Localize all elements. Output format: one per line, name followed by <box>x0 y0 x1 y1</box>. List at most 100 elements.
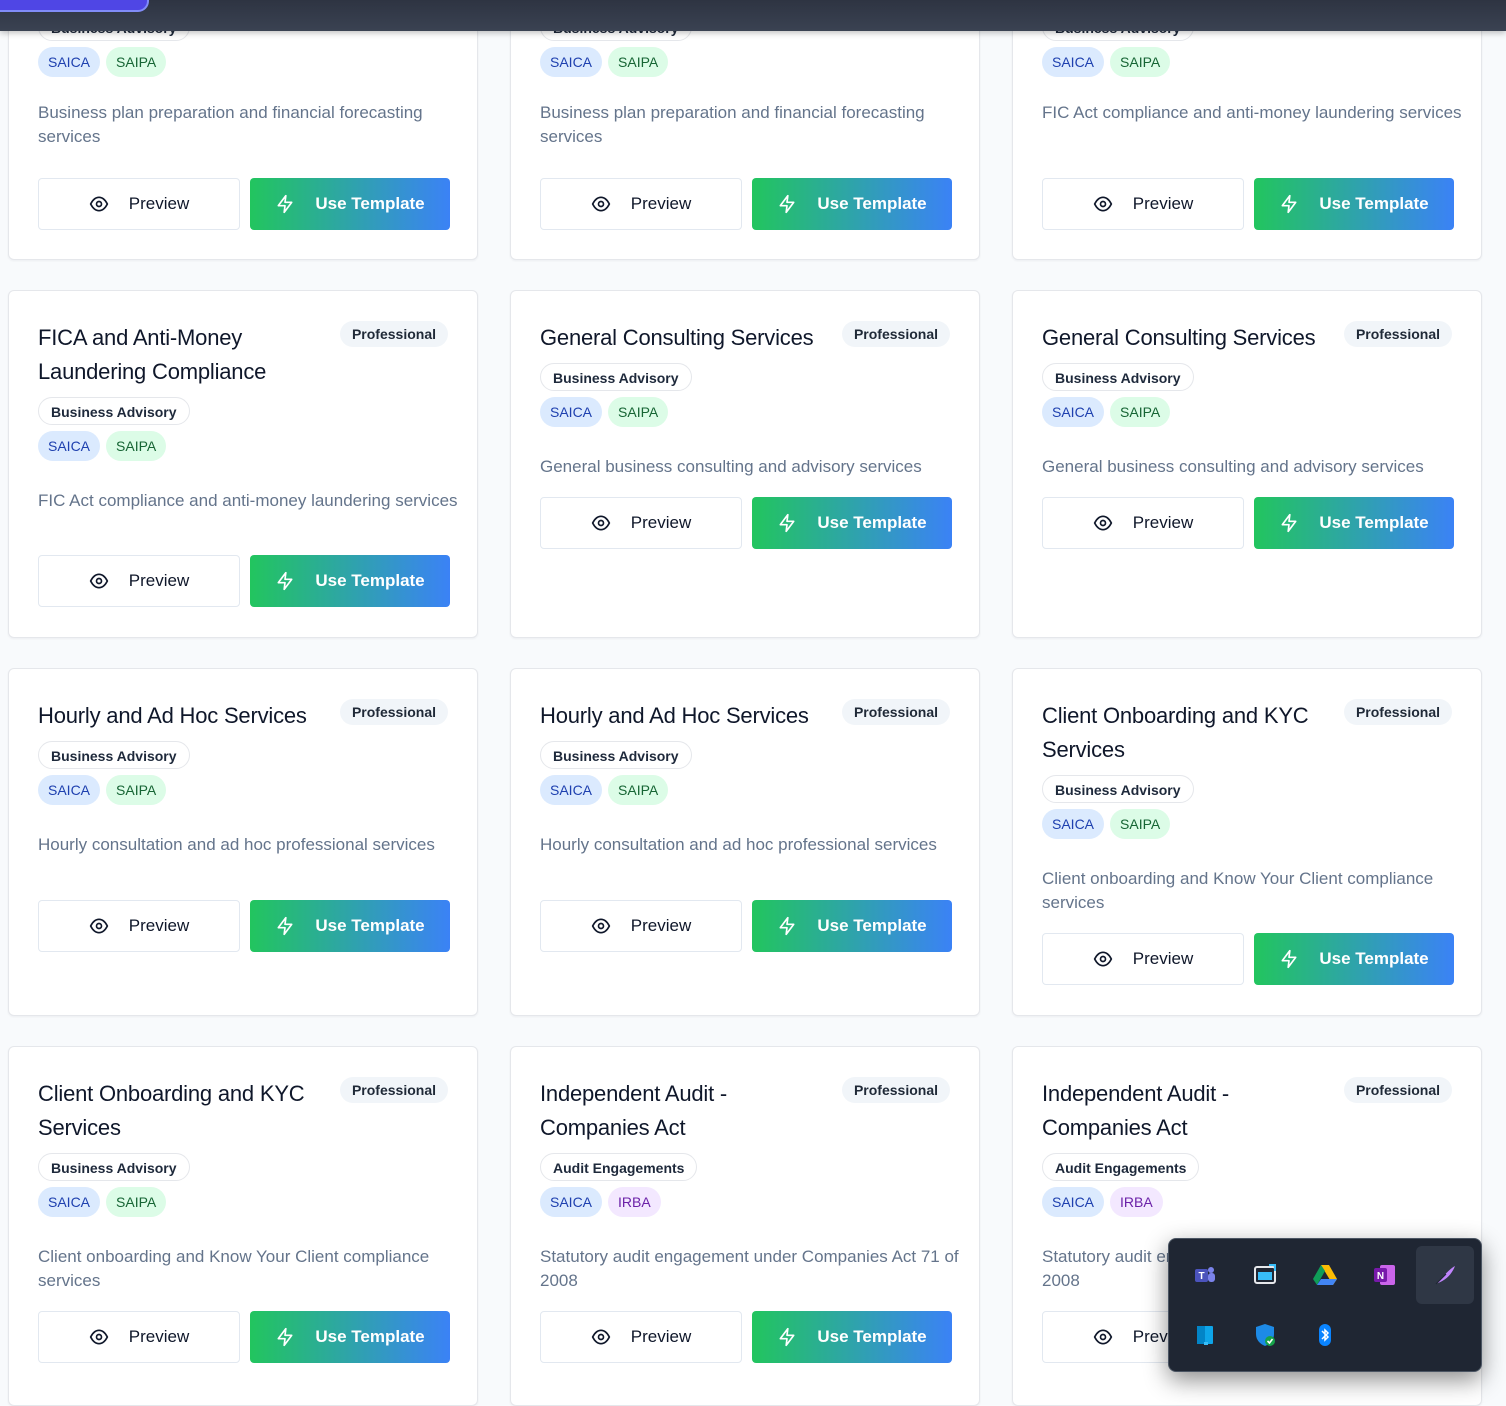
tag-saica: SAICA <box>540 397 603 427</box>
tag-saipa: SAIPA <box>106 47 167 77</box>
use-template-label: Use Template <box>817 916 927 935</box>
eye-icon <box>1093 949 1113 969</box>
preview-button[interactable]: Preview <box>1042 933 1244 985</box>
professional-badge: Professional <box>1343 1077 1452 1103</box>
preview-button[interactable]: Preview <box>540 178 742 230</box>
tag-saipa: SAIPA <box>608 775 669 805</box>
svg-text:N: N <box>1377 1271 1384 1282</box>
use-template-button[interactable]: Use Template <box>250 178 450 230</box>
template-card: General Consulting Services Professional B… <box>1012 290 1482 638</box>
use-template-button[interactable]: Use Template <box>752 900 952 952</box>
card-description: Client onboarding and Know Your Client c… <box>38 1247 430 1290</box>
tag-saica: SAICA <box>38 431 101 461</box>
window-capture-icon[interactable] <box>1236 1246 1294 1304</box>
category-pill: Business Advisory <box>1042 363 1194 391</box>
template-card: Hourly and Ad Hoc Services Professional Bu… <box>510 668 980 1016</box>
use-template-button[interactable]: Use Template <box>752 1311 952 1363</box>
card-title: Hourly and Ad Hoc Services <box>540 703 809 728</box>
template-card: Hourly and Ad Hoc Services Professional Bu… <box>8 668 478 1016</box>
teams-icon[interactable]: T <box>1176 1246 1234 1304</box>
tag-saipa: SAIPA <box>1110 809 1171 839</box>
body-tags: SAICA SAIPA <box>1042 397 1171 427</box>
tag-saica: SAICA <box>1042 809 1105 839</box>
preview-label: Preview <box>630 513 692 532</box>
eye-icon <box>89 571 109 591</box>
use-template-button[interactable]: Use Template <box>250 1311 450 1363</box>
body-tags: SAICA SAIPA <box>1042 809 1171 839</box>
preview-label: Preview <box>128 571 190 590</box>
card-title: Independent Audit - Companies Act <box>540 1081 728 1140</box>
eye-icon <box>591 194 611 214</box>
onenote-icon[interactable]: N <box>1356 1246 1414 1304</box>
professional-badge: Professional <box>841 1077 950 1103</box>
professional-badge: Professional <box>339 699 448 725</box>
lightning-icon <box>275 1327 295 1347</box>
tag-saica: SAICA <box>1042 47 1105 77</box>
template-card: Client Onboarding and KYC Services Profes… <box>1012 668 1482 1016</box>
card-title: General Consulting Services <box>540 325 814 350</box>
tag-saipa: SAIPA <box>106 775 167 805</box>
preview-button[interactable]: Preview <box>1042 178 1244 230</box>
use-template-label: Use Template <box>1319 513 1429 532</box>
preview-button[interactable]: Preview <box>540 497 742 549</box>
eye-icon <box>591 916 611 936</box>
preview-button[interactable]: Preview <box>540 900 742 952</box>
preview-label: Preview <box>128 194 190 213</box>
preview-button[interactable]: Preview <box>38 900 240 952</box>
preview-label: Preview <box>128 916 190 935</box>
use-template-button[interactable]: Use Template <box>250 555 450 607</box>
feather-pen-icon[interactable] <box>1416 1246 1474 1304</box>
svg-text:T: T <box>1198 1271 1204 1282</box>
body-tags: SAICA SAIPA <box>38 47 167 77</box>
bluetooth-icon[interactable] <box>1296 1306 1354 1364</box>
preview-button[interactable]: Preview <box>38 178 240 230</box>
use-template-label: Use Template <box>817 513 927 532</box>
lightning-icon <box>777 916 797 936</box>
professional-badge: Professional <box>841 699 950 725</box>
card-title: General Consulting Services <box>1042 325 1316 350</box>
use-template-button[interactable]: Use Template <box>1254 933 1454 985</box>
body-tags: SAICA IRBA <box>1042 1187 1163 1217</box>
use-template-label: Use Template <box>315 571 425 590</box>
eye-icon <box>89 916 109 936</box>
preview-button[interactable]: Preview <box>540 1311 742 1363</box>
use-template-button[interactable]: Use Template <box>1254 497 1454 549</box>
use-template-button[interactable]: Use Template <box>1254 178 1454 230</box>
preview-button[interactable]: Preview <box>38 555 240 607</box>
tag-saica: SAICA <box>1042 397 1105 427</box>
template-card: Business AdvisorySAICASAIPABusiness plan… <box>8 0 478 260</box>
preview-button[interactable]: Preview <box>38 1311 240 1363</box>
lightning-icon <box>777 194 797 214</box>
use-template-label: Use Template <box>315 916 425 935</box>
tag-saipa: SAIPA <box>608 397 669 427</box>
top-app-bar <box>0 0 1506 31</box>
professional-badge: Professional <box>339 321 448 347</box>
security-shield-icon[interactable] <box>1236 1306 1294 1364</box>
professional-badge: Professional <box>1343 699 1452 725</box>
preview-label: Preview <box>1132 513 1194 532</box>
lightning-icon <box>1279 513 1299 533</box>
tag-saipa: SAIPA <box>1110 397 1171 427</box>
eye-icon <box>89 1327 109 1347</box>
use-template-button[interactable]: Use Template <box>250 900 450 952</box>
top-bar-button[interactable] <box>0 0 149 12</box>
preview-label: Preview <box>1132 194 1194 213</box>
body-tags: SAICA SAIPA <box>540 47 669 77</box>
use-template-button[interactable]: Use Template <box>752 178 952 230</box>
use-template-label: Use Template <box>817 1327 927 1346</box>
use-template-label: Use Template <box>1319 949 1429 968</box>
template-card: Client Onboarding and KYC Services Profes… <box>8 1046 478 1406</box>
use-template-button[interactable]: Use Template <box>752 497 952 549</box>
tag-irba: IRBA <box>608 1187 661 1217</box>
lightning-icon <box>275 916 295 936</box>
category-pill: Business Advisory <box>38 397 190 425</box>
store-icon[interactable] <box>1176 1306 1234 1364</box>
preview-button[interactable]: Preview <box>1042 497 1244 549</box>
category-pill: Business Advisory <box>540 741 692 769</box>
google-drive-icon[interactable] <box>1296 1246 1354 1304</box>
professional-badge: Professional <box>841 321 950 347</box>
card-description: Hourly consultation and ad hoc professio… <box>38 835 435 854</box>
preview-label: Preview <box>630 194 692 213</box>
template-card: Independent Audit - Companies Act Profess… <box>510 1046 980 1406</box>
tag-saipa: SAIPA <box>106 431 167 461</box>
